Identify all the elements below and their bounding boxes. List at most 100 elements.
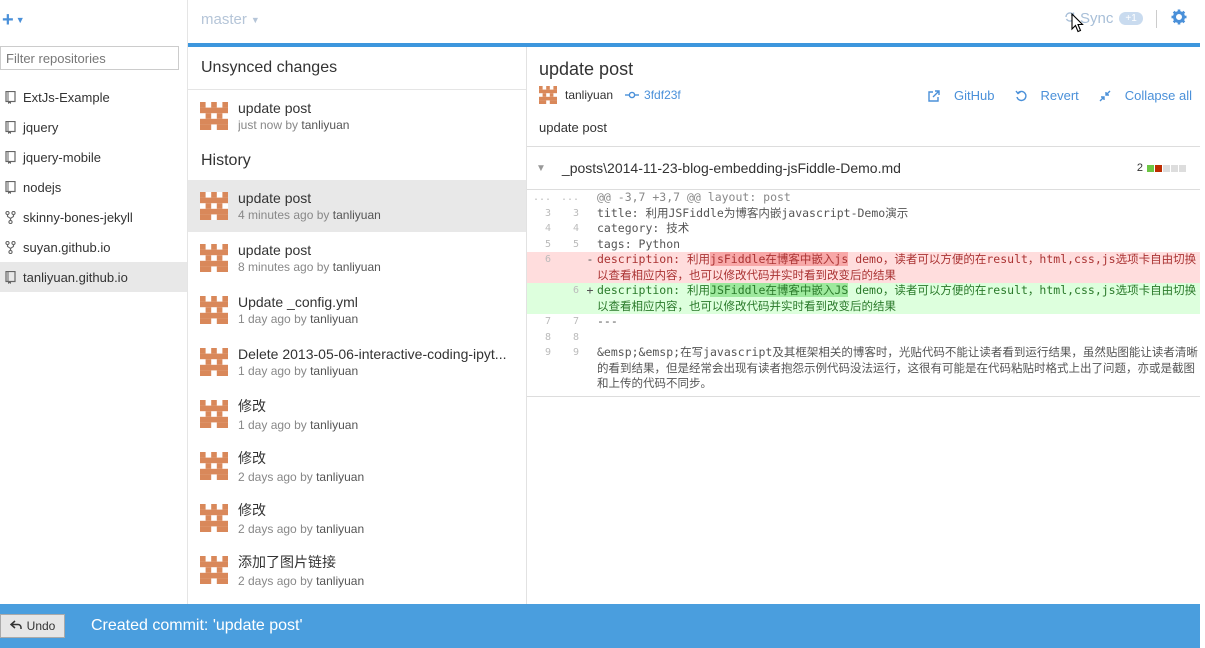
- filter-repositories-input[interactable]: [0, 46, 179, 70]
- revert-button[interactable]: Revert: [1005, 88, 1079, 103]
- line-number-old: 6: [544, 254, 551, 265]
- avatar: [200, 348, 228, 376]
- repository-list: ExtJs-Example jquery jquery-mobile nodej…: [0, 82, 187, 292]
- commit-time: 2 days ago: [238, 522, 297, 536]
- commit-time: 8 minutes ago: [238, 260, 314, 274]
- commit-by: by: [294, 418, 307, 432]
- commit-title: 修改: [238, 398, 266, 414]
- chevron-down-icon: ▼: [250, 15, 260, 26]
- commit-author: tanliyuan: [332, 208, 381, 222]
- diff-context-line: 9 9 &emsp;&emsp;在写javascript及其框架相关的博客时，光贴代…: [527, 345, 1200, 396]
- sidebar-toolbar: + ▼: [0, 0, 187, 40]
- chevron-down-icon[interactable]: ▼: [16, 15, 25, 25]
- line-number-old: 3: [544, 207, 551, 219]
- diff-added-line: 6 + description: 利用JSFiddle在博客中嵌入JS demo，读…: [527, 283, 1200, 314]
- commit-meta: 1 day ago by tanliyuan: [238, 418, 510, 432]
- history-commit-item[interactable]: update post 8 minutes ago by tanliyuan: [188, 232, 526, 284]
- commit-meta: 2 days ago by tanliyuan: [238, 470, 510, 484]
- commit-author: tanliyuan: [316, 522, 365, 536]
- line-code: @@ -3,7 +3,7 @@ layout: post: [597, 190, 791, 204]
- commit-title: 修改: [238, 502, 266, 518]
- collapse-label: Collapse all: [1124, 88, 1192, 103]
- added-word-highlight: JSFiddle在博客中嵌入JS: [710, 283, 849, 297]
- line-number-old: ...: [532, 192, 551, 203]
- repo-name: suyan.github.io: [23, 239, 111, 255]
- diff-file-header[interactable]: ▼ _posts\2014-11-23-blog-embedding-jsFid…: [527, 146, 1200, 190]
- notification-message: Created commit: 'update post': [91, 617, 303, 634]
- line-number-new: 3: [572, 207, 579, 219]
- line-code: title: 利用JSFiddle为博客内嵌javascript-Demo演示: [597, 205, 909, 220]
- diff-stat-add-block: [1147, 164, 1154, 172]
- revert-icon: [1014, 90, 1027, 102]
- commit-message: update post: [539, 120, 607, 135]
- undo-button[interactable]: Undo: [0, 614, 65, 638]
- diff-context-line: 4 4 category: 技术: [527, 221, 1200, 237]
- commit-by: by: [285, 118, 299, 132]
- line-number-new: ...: [560, 192, 579, 203]
- repo-item[interactable]: skinny-bones-jekyll: [0, 202, 187, 232]
- repo-item[interactable]: ExtJs-Example: [0, 82, 187, 112]
- notification-bar: Undo Created commit: 'update post': [0, 604, 1200, 648]
- author-name: tanliyuan: [565, 88, 614, 102]
- history-commit-item-selected[interactable]: update post 4 minutes ago by tanliyuan: [188, 180, 526, 232]
- avatar: [200, 504, 228, 532]
- diff-stat: 2: [1137, 162, 1186, 174]
- line-code: description: 利用jsFiddle在博客中嵌入js demo，读者可…: [597, 252, 1197, 282]
- repo-item[interactable]: nodejs: [0, 172, 187, 202]
- commit-title: Delete 2013-05-06-interactive-coding-ipy…: [238, 346, 507, 362]
- line-number-old: 5: [544, 238, 551, 250]
- sync-label: Sync: [1080, 10, 1114, 27]
- commit-detail-author: tanliyuan 3fdf23f: [539, 86, 681, 104]
- github-button[interactable]: GitHub: [918, 88, 995, 103]
- repo-item[interactable]: jquery-mobile: [0, 142, 187, 172]
- gear-icon[interactable]: [1171, 9, 1187, 28]
- add-repository-icon[interactable]: +: [2, 10, 14, 30]
- repo-name: skinny-bones-jekyll: [23, 209, 133, 225]
- repo-item-selected[interactable]: tanliyuan.github.io: [0, 262, 187, 292]
- chevron-down-icon[interactable]: ▼: [536, 163, 546, 174]
- diff-deleted-line: 6 - description: 利用jsFiddle在博客中嵌入js demo，读…: [527, 252, 1200, 283]
- diff-context-line: 5 5 tags: Python: [527, 237, 1200, 253]
- commit-time: 2 days ago: [238, 470, 297, 484]
- github-label: GitHub: [954, 88, 995, 103]
- commit-author: tanliyuan: [310, 418, 359, 432]
- collapse-all-button[interactable]: Collapse all: [1089, 88, 1192, 103]
- repo-name: jquery: [23, 119, 59, 135]
- commit-time: 1 day ago: [238, 418, 291, 432]
- commit-detail-title: update post: [539, 59, 634, 79]
- repository-sidebar: + ▼ ExtJs-Example jquery jquery-mobile n…: [0, 0, 188, 604]
- history-commit-item[interactable]: 修改 1 day ago by tanliyuan: [188, 388, 526, 440]
- sync-count-badge: +1: [1119, 12, 1143, 25]
- diff-context-line: 3 3 title: 利用JSFiddle为博客内嵌javascript-Demo演…: [527, 206, 1200, 222]
- repo-item[interactable]: suyan.github.io: [0, 232, 187, 262]
- history-commit-item[interactable]: 添加了图片链接 2 days ago by tanliyuan: [188, 544, 526, 596]
- commit-detail-panel: update post tanliyuan 3fdf23f GitHub Rev…: [527, 47, 1200, 604]
- undo-label: Undo: [26, 619, 56, 633]
- commit-sha-link[interactable]: 3fdf23f: [625, 88, 681, 102]
- repo-icon: [3, 90, 17, 104]
- history-commit-item[interactable]: Update _config.yml 1 day ago by tanliyua…: [188, 284, 526, 336]
- unsynced-commit-item[interactable]: update post just now by tanliyuan: [188, 90, 526, 142]
- history-commit-item[interactable]: 修改 2 days ago by tanliyuan: [188, 492, 526, 544]
- branch-selector[interactable]: master ▼: [201, 11, 260, 28]
- history-commit-item[interactable]: Delete 2013-05-06-interactive-coding-ipy…: [188, 336, 526, 388]
- commit-time: 2 days ago: [238, 574, 297, 588]
- commit-meta: 1 day ago by tanliyuan: [238, 312, 510, 326]
- commit-by: by: [316, 260, 330, 274]
- collapse-icon: [1099, 90, 1111, 102]
- commit-by: by: [294, 364, 307, 378]
- diff-stat-neutral-block: [1171, 164, 1178, 172]
- history-commit-item[interactable]: 修改 2 days ago by tanliyuan: [188, 440, 526, 492]
- diff-context-line: 88: [527, 330, 1200, 346]
- repo-item[interactable]: jquery: [0, 112, 187, 142]
- commit-by: by: [300, 522, 313, 536]
- diff-change-count: 2: [1136, 162, 1143, 174]
- history-heading: History: [201, 152, 251, 169]
- commit-title: Update _config.yml: [238, 294, 358, 310]
- repo-name: tanliyuan.github.io: [23, 269, 128, 285]
- line-code: &emsp;&emsp;在写javascript及其框架相关的博客时，光贴代码不…: [597, 345, 1198, 390]
- repo-name: jquery-mobile: [23, 149, 102, 165]
- commit-title: update post: [238, 242, 312, 258]
- commit-title: update post: [238, 190, 312, 206]
- line-number-new: 4: [572, 223, 579, 234]
